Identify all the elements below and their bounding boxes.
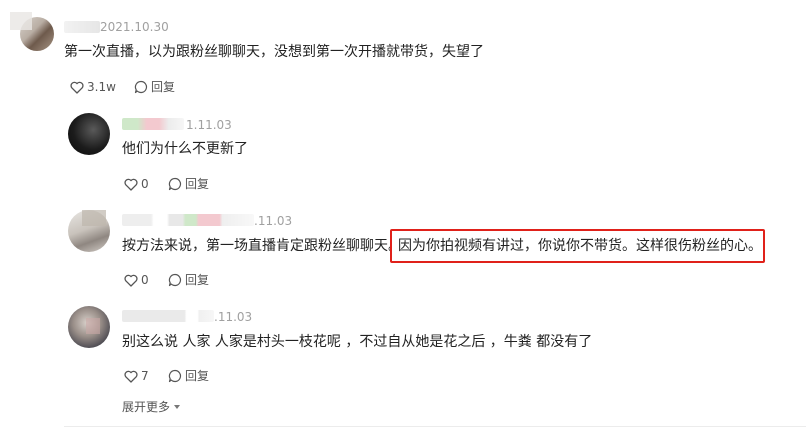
expand-more-button[interactable]: 展开更多 bbox=[122, 398, 181, 415]
like-button[interactable]: 0 bbox=[124, 272, 149, 288]
avatar-mosaic bbox=[82, 210, 106, 226]
like-count: 0 bbox=[141, 177, 149, 191]
reply-label: 回复 bbox=[185, 177, 210, 191]
reply-date: .11.03 bbox=[254, 214, 293, 228]
reply-label: 回复 bbox=[151, 80, 176, 94]
reply-date: 1.11.03 bbox=[186, 118, 232, 132]
avatar-mosaic bbox=[10, 12, 32, 30]
avatar-mosaic bbox=[86, 318, 100, 334]
reply-avatar[interactable] bbox=[68, 113, 110, 155]
expand-more-label: 展开更多 bbox=[122, 400, 171, 414]
heart-icon bbox=[124, 178, 138, 191]
like-count: 7 bbox=[141, 369, 149, 383]
heart-icon bbox=[124, 274, 138, 287]
like-button[interactable]: 7 bbox=[124, 368, 149, 384]
reply-name-blurred[interactable] bbox=[122, 310, 214, 322]
like-count: 0 bbox=[141, 273, 149, 287]
reply-date: .11.03 bbox=[214, 310, 253, 324]
reply-button[interactable]: 回复 bbox=[168, 176, 209, 192]
like-button[interactable]: 3.1w bbox=[70, 79, 116, 95]
reply-text: 他们为什么不更新了 bbox=[122, 141, 248, 157]
heart-icon bbox=[124, 370, 138, 383]
chat-bubble-icon bbox=[168, 177, 182, 191]
reply-button[interactable]: 回复 bbox=[168, 368, 209, 384]
comment-date: 2021.10.30 bbox=[100, 20, 169, 34]
like-button[interactable]: 0 bbox=[124, 176, 149, 192]
reply-label: 回复 bbox=[185, 369, 210, 383]
caret-down-icon bbox=[174, 404, 181, 409]
chat-bubble-icon bbox=[168, 273, 182, 287]
reply-name-blurred[interactable] bbox=[122, 118, 184, 130]
heart-icon bbox=[70, 81, 84, 94]
highlight-box: 因为你拍视频有讲过，你说你不带货。这样很伤粉丝的心。 bbox=[390, 229, 765, 263]
reply-name-blurred[interactable] bbox=[122, 214, 254, 226]
chat-bubble-icon bbox=[134, 80, 148, 94]
reply-button[interactable]: 回复 bbox=[168, 272, 209, 288]
reply-text: 按方法来说，第一场直播肯定跟粉丝聊聊天。 bbox=[122, 238, 402, 254]
divider bbox=[64, 426, 806, 427]
highlighted-text: 因为你拍视频有讲过，你说你不带货。这样很伤粉丝的心。 bbox=[398, 238, 762, 254]
reply-text: 别这么说 人家 人家是村头一枝花呢 ，不过自从她是花之后 ，牛粪 都没有了 bbox=[122, 334, 593, 350]
like-count: 3.1w bbox=[87, 80, 116, 94]
commenter-name-blurred[interactable] bbox=[64, 21, 100, 33]
chat-bubble-icon bbox=[168, 369, 182, 383]
comment-text: 第一次直播，以为跟粉丝聊聊天，没想到第一次开播就带货，失望了 bbox=[64, 44, 484, 60]
reply-label: 回复 bbox=[185, 273, 210, 287]
reply-button[interactable]: 回复 bbox=[134, 79, 175, 95]
